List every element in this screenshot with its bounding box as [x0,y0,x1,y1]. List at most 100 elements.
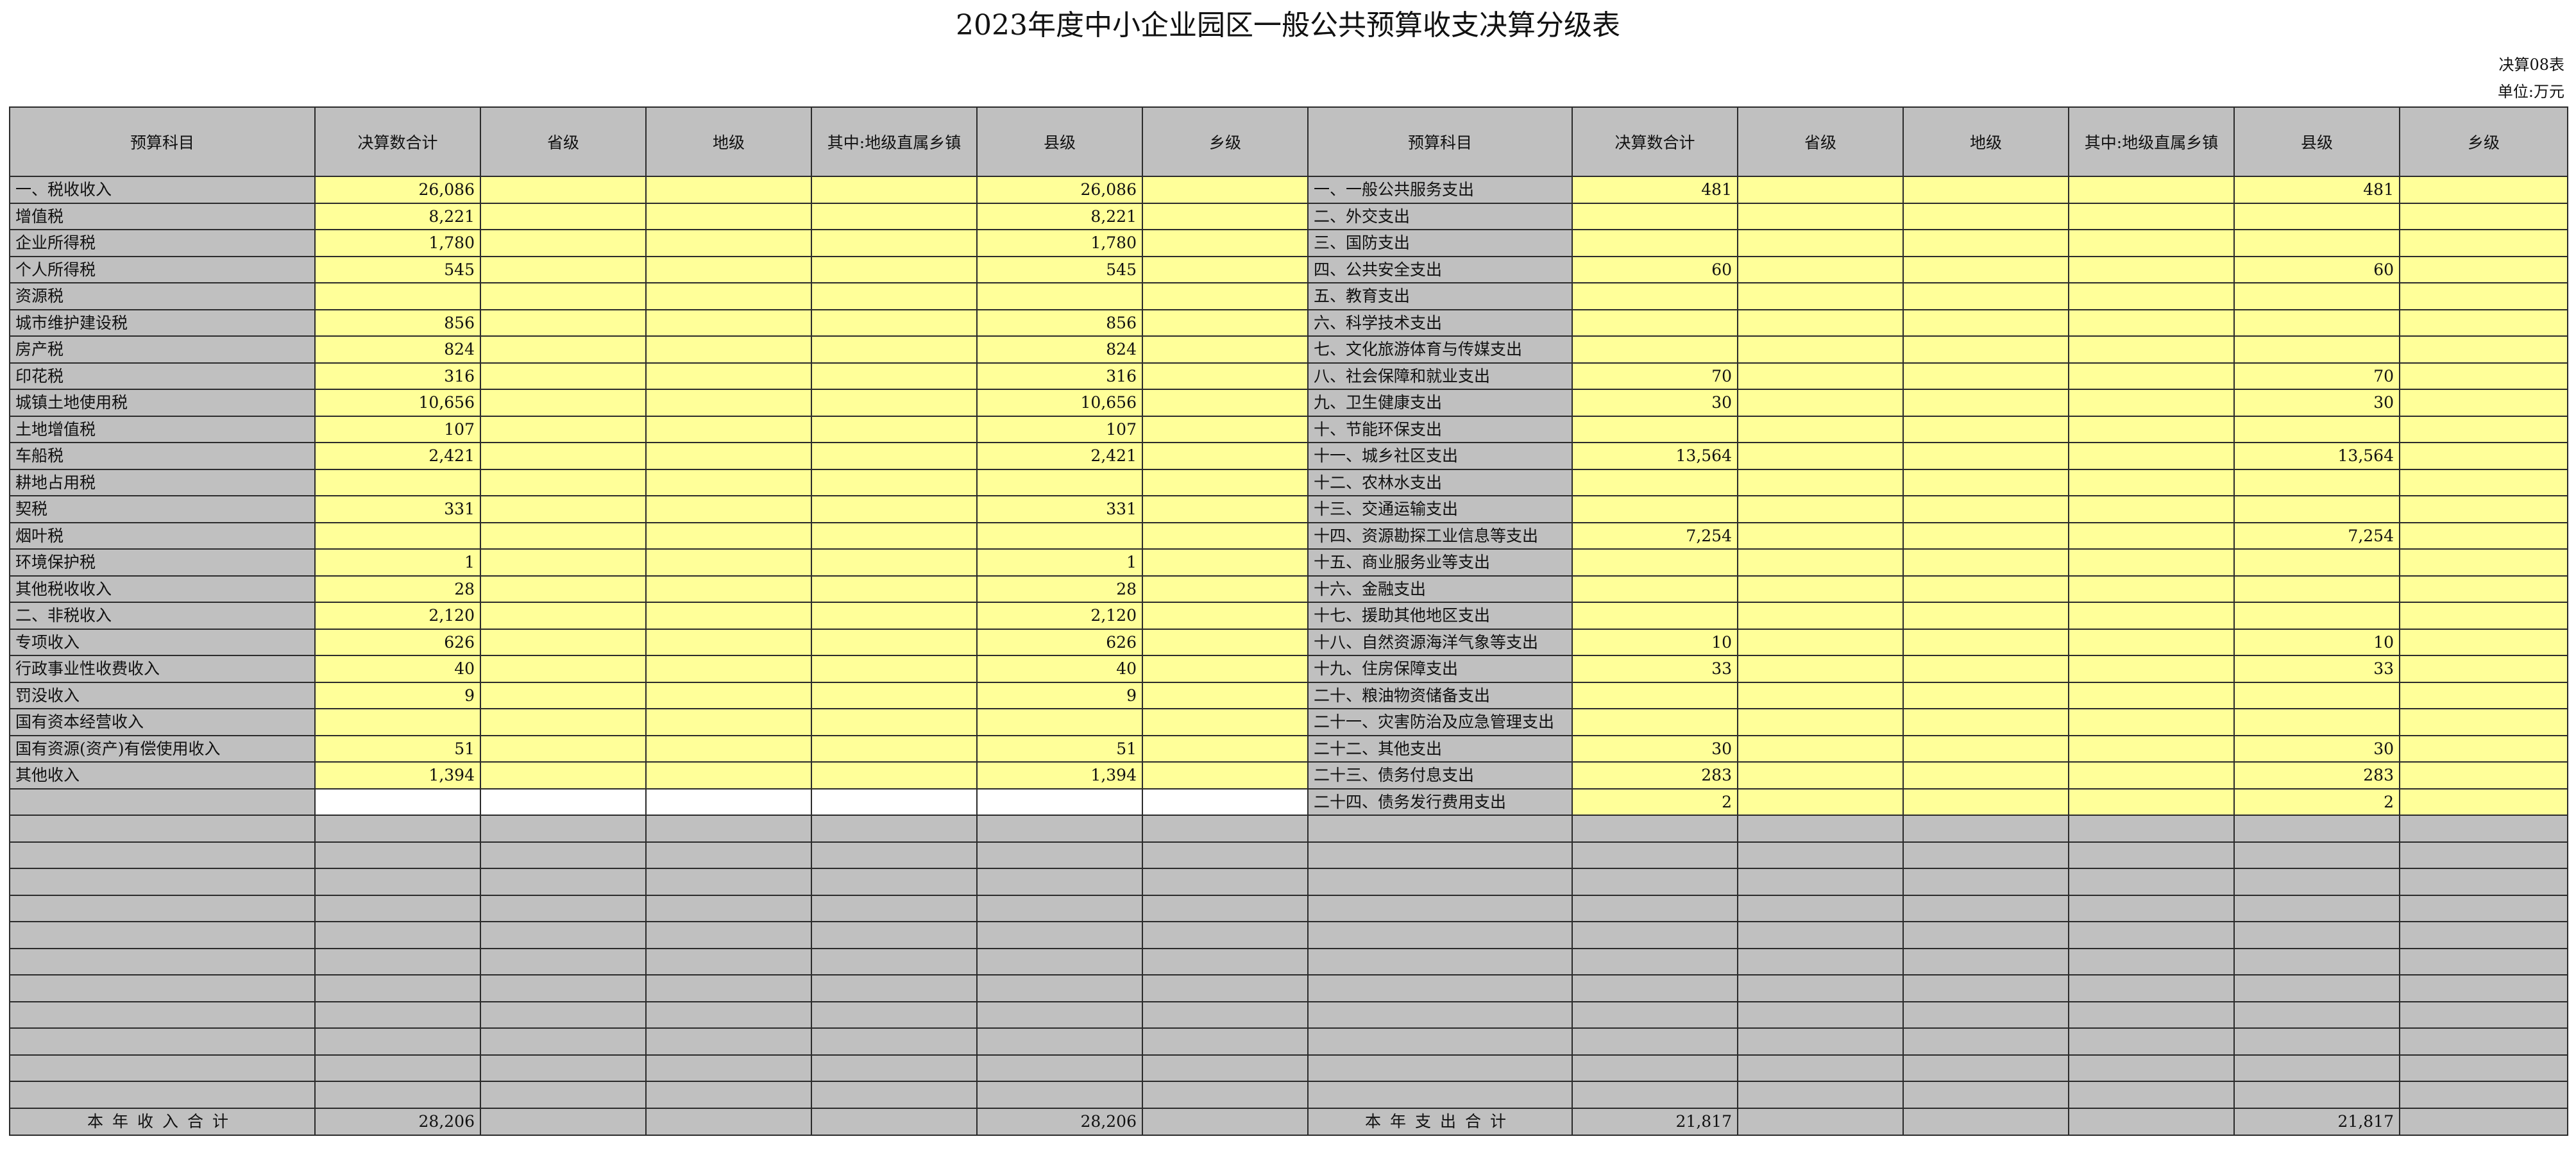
income-total-cell: 8,221 [314,202,481,230]
income-township-cell [1142,868,1309,896]
expense-item-name: 三、国防支出 [1307,229,1573,257]
table-row: 增值税 8,221 8,221 二、外交支出 [9,202,2568,230]
income-prefecture-town-cell [811,362,978,390]
expense-county-cell [2233,202,2400,230]
expense-item-name: 九、卫生健康支出 [1307,389,1573,417]
income-provincial-cell [480,974,647,1002]
expense-total-cell [1572,1081,1738,1109]
income-item-name [9,1027,316,1056]
blank-row [9,868,2568,896]
expense-prefecture-town-cell [2068,308,2235,337]
income-item-name: 增值税 [9,202,316,230]
expense-provincial-cell [1737,362,1904,390]
expense-county-cell [2233,308,2400,337]
income-provincial-cell [480,202,647,230]
expense-total-cell: 21,817 [1572,1107,1738,1136]
expense-prefecture-town-cell [2068,681,2235,709]
table-row: 印花税 316 316 八、社会保障和就业支出 70 70 [9,362,2568,390]
expense-total-cell [1572,1054,1738,1082]
expense-item-name: 四、公共安全支出 [1307,255,1573,283]
income-prefecture-cell [645,788,812,816]
income-item-name [9,1054,316,1082]
income-item-name: 一、税收收入 [9,176,316,204]
expense-item-name [1307,974,1573,1002]
expense-prefecture-town-cell [2068,1081,2235,1109]
income-item-name: 环境保护税 [9,548,316,577]
income-township-cell [1142,495,1309,523]
expense-township-cell [2399,1081,2568,1109]
expense-township-cell [2399,176,2568,204]
income-prefecture-cell [645,894,812,922]
expense-county-cell [2233,947,2400,975]
income-provincial-cell [480,947,647,975]
income-county-cell [976,468,1143,496]
expense-provincial-cell [1737,468,1904,496]
income-prefecture-town-cell [811,255,978,283]
income-provincial-cell [480,308,647,337]
expense-item-name [1307,1054,1573,1082]
income-township-cell [1142,308,1309,337]
income-provincial-cell [480,788,647,816]
income-item-name [9,947,316,975]
expense-prefecture-cell [1902,734,2069,763]
expense-total-cell: 13,564 [1572,442,1738,470]
income-total-cell: 40 [314,655,481,683]
expense-item-name [1307,1027,1573,1056]
income-county-cell [976,815,1143,843]
expense-prefecture-town-cell [2068,734,2235,763]
income-prefecture-town-cell [811,894,978,922]
expense-item-name [1307,921,1573,949]
expense-prefecture-town-cell [2068,176,2235,204]
income-prefecture-town-cell [811,389,978,417]
expense-total-cell [1572,1027,1738,1056]
expense-total-cell [1572,921,1738,949]
expense-county-cell [2233,681,2400,709]
expense-provincial-cell [1737,1081,1904,1109]
income-prefecture-town-cell [811,1001,978,1029]
income-prefecture-town-cell [811,308,978,337]
income-prefecture-town-cell [811,176,978,204]
income-total-cell: 28 [314,575,481,603]
expense-item-name: 十五、商业服务业等支出 [1307,548,1573,577]
expense-prefecture-town-cell [2068,628,2235,656]
expense-provincial-cell [1737,255,1904,283]
income-provincial-cell [480,815,647,843]
table-row: 其他税收收入 28 28 十六、金融支出 [9,575,2568,603]
expense-county-cell [2233,229,2400,257]
expense-provincial-cell [1737,708,1904,736]
blank-row [9,974,2568,1002]
income-total-cell: 28,206 [314,1107,481,1136]
expense-prefecture-cell [1902,708,2069,736]
table-row: 个人所得税 545 545 四、公共安全支出 60 60 [9,255,2568,283]
income-total-cell [314,947,481,975]
income-township-cell [1142,202,1309,230]
income-prefecture-cell [645,868,812,896]
income-prefecture-town-cell [811,282,978,310]
expense-county-cell: 30 [2233,734,2400,763]
income-total-cell: 824 [314,335,481,364]
expense-township-cell [2399,1054,2568,1082]
income-provincial-cell [480,761,647,790]
income-prefecture-town-cell [811,229,978,257]
income-prefecture-cell [645,202,812,230]
column-header: 县级 [976,106,1143,177]
expense-prefecture-town-cell [2068,761,2235,790]
income-prefecture-cell [645,947,812,975]
income-prefecture-town-cell [811,1054,978,1082]
income-provincial-cell [480,734,647,763]
income-provincial-cell [480,602,647,630]
expense-township-cell [2399,815,2568,843]
income-township-cell [1142,628,1309,656]
expense-total-cell [1572,335,1738,364]
expense-total-cell [1572,974,1738,1002]
income-prefecture-town-cell [811,974,978,1002]
expense-provincial-cell [1737,655,1904,683]
table-row: 城镇土地使用税 10,656 10,656 九、卫生健康支出 30 30 [9,389,2568,417]
expense-prefecture-town-cell [2068,894,2235,922]
expense-prefecture-town-cell [2068,868,2235,896]
expense-item-name: 十七、援助其他地区支出 [1307,602,1573,630]
table-row: 企业所得税 1,780 1,780 三、国防支出 [9,229,2568,257]
income-item-name: 国有资本经营收入 [9,708,316,736]
income-prefecture-cell [645,1001,812,1029]
income-total-cell [314,841,481,869]
